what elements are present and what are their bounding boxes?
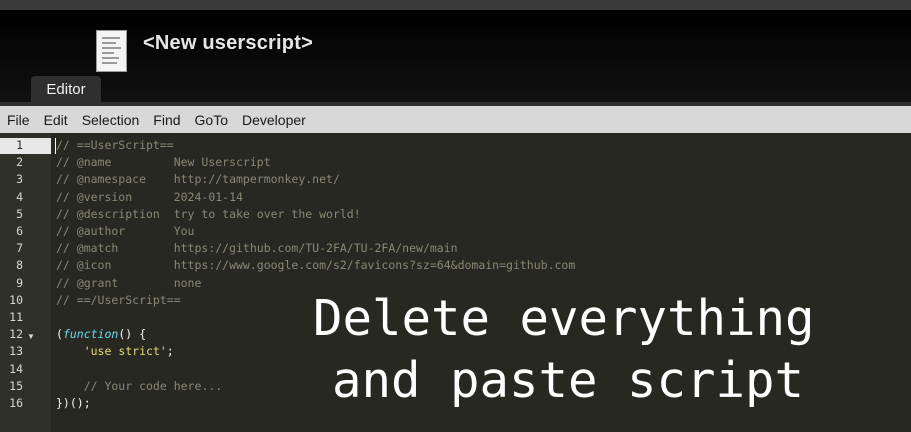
- code-line: // @namespace http://tampermonkey.net/: [56, 172, 340, 187]
- line-number: 3: [16, 172, 23, 187]
- code-line: (function() {: [56, 326, 146, 343]
- code-line: // @version 2024-01-14: [56, 189, 243, 204]
- menu-file[interactable]: File: [0, 112, 37, 128]
- line-number: 9: [16, 275, 23, 290]
- code-token: () {: [118, 327, 147, 342]
- line-number: 14: [9, 361, 23, 376]
- code-token: ;: [166, 344, 174, 359]
- menu-selection[interactable]: Selection: [75, 112, 147, 128]
- code-line: // @grant none: [56, 275, 202, 290]
- text-cursor: [55, 138, 56, 154]
- line-number: 4: [16, 189, 23, 204]
- line-number: 6: [16, 224, 23, 238]
- menu-developer[interactable]: Developer: [235, 112, 313, 128]
- menu-edit[interactable]: Edit: [37, 112, 75, 128]
- code-line: // ==UserScript==: [56, 138, 174, 152]
- overlay-instruction-line-2: and paste script: [332, 352, 805, 409]
- code-token: (: [56, 327, 63, 342]
- script-title: <New userscript>: [143, 32, 313, 54]
- line-number: 8: [16, 258, 23, 273]
- code-line: // @icon https://www.google.com/s2/favic…: [56, 258, 576, 273]
- line-number: 2: [16, 155, 23, 170]
- line-number: 15: [9, 378, 23, 393]
- line-number: 7: [16, 241, 23, 256]
- line-number: 5: [16, 206, 23, 221]
- code-line: // @name New Userscript: [56, 155, 271, 170]
- code-line: 'use strict';: [56, 343, 174, 360]
- code-editor[interactable]: 1 2 3 4 5 6 7 8 9 10 11 12 13 14 15 16 ▼ // ==UserScrip…: [0, 133, 911, 432]
- tab-editor[interactable]: Editor: [31, 76, 101, 102]
- menu-bar: File Edit Selection Find GoTo Developer: [0, 106, 911, 133]
- code-line: // ==/UserScript==: [56, 292, 181, 307]
- line-number: 1: [16, 138, 23, 152]
- document-icon: [96, 30, 127, 72]
- line-number: 12: [9, 327, 23, 342]
- code-string: 'use strict': [83, 344, 167, 359]
- header-bar: <New userscript>: [0, 10, 911, 102]
- code-line: // @author You: [56, 224, 195, 238]
- code-line: // @match https://github.com/TU-2FA/TU-2…: [56, 241, 458, 256]
- fold-arrow-icon[interactable]: ▼: [27, 332, 35, 341]
- code-line: // Your code here...: [56, 378, 223, 393]
- line-number-gutter: 1 2 3 4 5 6 7 8 9 10 11 12 13 14 15 16 ▼: [0, 133, 51, 432]
- code-line: // @description try to take over the wor…: [56, 206, 361, 221]
- menu-goto[interactable]: GoTo: [188, 112, 235, 128]
- line-number: 13: [9, 344, 23, 359]
- menu-find[interactable]: Find: [146, 112, 187, 128]
- line-number: 10: [9, 292, 23, 307]
- code-line: })();: [56, 396, 91, 410]
- overlay-instruction-line-1: Delete everything: [313, 290, 815, 347]
- window-top-strip: [0, 0, 911, 10]
- line-number: 11: [9, 310, 23, 324]
- code-keyword: function: [62, 327, 119, 342]
- line-number: 16: [9, 396, 23, 410]
